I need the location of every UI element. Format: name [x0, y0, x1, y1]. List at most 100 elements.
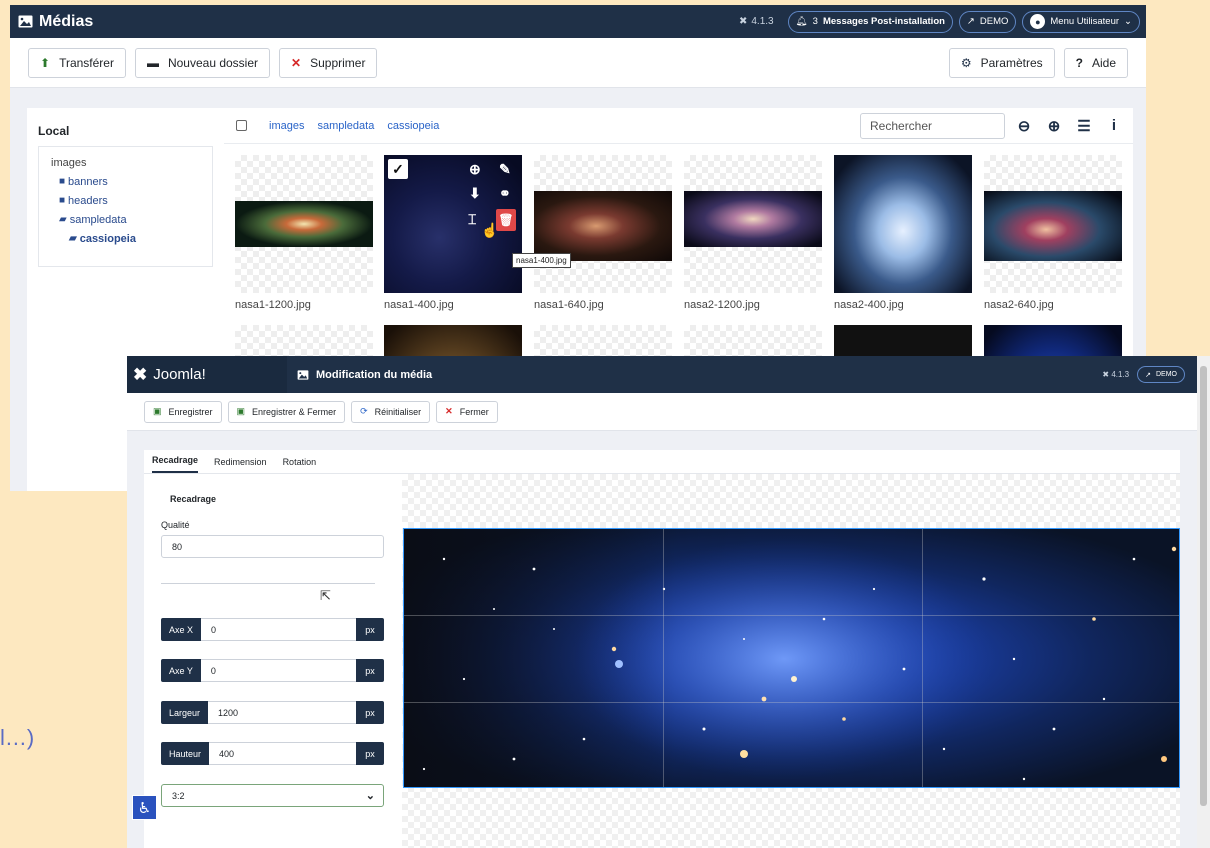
tree-item-banners[interactable]: ■ banners	[51, 172, 202, 191]
images-icon	[18, 15, 33, 28]
preview-icon[interactable]: ⊕	[469, 161, 481, 178]
info-icon[interactable]: i	[1099, 117, 1129, 135]
scrollbar[interactable]	[1197, 356, 1210, 848]
external-link-icon: ↗	[1145, 371, 1151, 379]
folder-icon: ■	[59, 176, 66, 187]
width-input[interactable]: 1200	[208, 701, 356, 724]
thumbnail-image	[834, 155, 972, 293]
tree-item-images[interactable]: images	[51, 153, 202, 172]
scrollbar-thumb[interactable]	[1200, 366, 1207, 806]
zoom-in-icon[interactable]: ⊕	[1039, 117, 1069, 135]
user-menu-button[interactable]: ● Menu Utilisateur ⌄	[1022, 10, 1140, 33]
unit-label: px	[356, 742, 384, 765]
file-name: nasa2-640.jpg	[984, 299, 1054, 311]
joomla-logo[interactable]: ✖ Joomla!	[127, 356, 287, 393]
thumbnail-image	[984, 191, 1122, 261]
file-name: nasa1-400.jpg	[384, 299, 454, 311]
list-view-icon[interactable]: ☰	[1069, 117, 1099, 135]
crop-area[interactable]	[403, 528, 1180, 788]
demo-site-button[interactable]: ↗ DEMO	[958, 10, 1017, 33]
crop-canvas[interactable]	[402, 474, 1180, 848]
tree-item-headers[interactable]: ■ headers	[51, 191, 202, 210]
edit-toolbar: ▣ Enregistrer ▣ Enregistrer & Fermer ⟳ Réin…	[127, 393, 1197, 431]
version-label: ✖ 4.1.3	[1102, 370, 1130, 379]
upload-button[interactable]: ⬆ Transférer	[28, 47, 126, 78]
folder-tree: images ■ banners ■ headers ▰ sampledata ▰ ca…	[38, 146, 213, 267]
crop-guide	[404, 702, 1179, 703]
external-link-icon: ↗	[966, 16, 975, 27]
reset-button[interactable]: ⟳ Réinitialiser	[351, 400, 431, 423]
ratio-select[interactable]: 3:2 ⌄	[161, 784, 384, 807]
help-button[interactable]: ? Aide	[1063, 47, 1128, 78]
pointer-cursor-icon: ⇱	[320, 588, 331, 603]
settings-button[interactable]: ⚙ Paramètres	[948, 47, 1055, 78]
edit-panel: Recadrage Redimension Rotation Recadrage…	[144, 450, 1180, 848]
tab-resize[interactable]: Redimension	[214, 457, 267, 473]
delete-button[interactable]: ✕ Supprimer	[279, 47, 378, 78]
section-title: Recadrage	[170, 494, 217, 504]
gear-icon: ⚙	[960, 55, 972, 70]
file-tile[interactable]	[534, 155, 672, 293]
hand-cursor-icon: ☝	[481, 222, 499, 238]
rename-icon[interactable]: ⌶	[468, 211, 476, 228]
save-button[interactable]: ▣ Enregistrer	[144, 400, 222, 423]
joomla-icon: ✖	[133, 364, 148, 384]
width-label: Largeur	[161, 701, 209, 724]
breadcrumb: images sampledata cassiopeia Rechercher …	[224, 108, 1133, 144]
search-input[interactable]: Rechercher	[860, 112, 1005, 139]
new-folder-button[interactable]: ▬ Nouveau dossier	[134, 47, 271, 78]
joomla-icon: ✖	[738, 16, 748, 27]
demo-site-button[interactable]: ↗ DEMO	[1137, 366, 1185, 383]
page-title: Modification du média	[287, 369, 432, 381]
tree-item-cassiopeia[interactable]: ▰ cassiopeia	[51, 229, 202, 248]
x-axis-input[interactable]: 0	[201, 618, 356, 641]
zoom-out-icon[interactable]: ⊖	[1009, 117, 1039, 135]
breadcrumb-item[interactable]: sampledata	[317, 120, 374, 132]
filename-tooltip: nasa1-400.jpg	[512, 253, 571, 268]
tree-item-sampledata[interactable]: ▰ sampledata	[51, 210, 202, 229]
edit-icon[interactable]: ✎	[499, 161, 511, 178]
close-button[interactable]: ✕ Fermer	[436, 400, 498, 423]
file-tile[interactable]	[684, 155, 822, 293]
file-tile[interactable]	[834, 155, 972, 293]
file-tile-selected[interactable]: ✓ ⊕ ✎ ⬇ ⚭ ⌶ 🗑︎	[384, 155, 522, 293]
y-axis-label: Axe Y	[161, 659, 201, 682]
notifications-button[interactable]: 🔔︎ 3 Messages Post-installation	[787, 10, 953, 33]
breadcrumb-item[interactable]: images	[269, 120, 304, 132]
crop-guide	[663, 529, 664, 787]
tab-rotate[interactable]: Rotation	[283, 457, 317, 473]
crop-form: Recadrage Qualité 80 Axe X 0 px Axe Y 0 …	[144, 474, 402, 848]
y-axis-input[interactable]: 0	[200, 659, 356, 682]
quality-label: Qualité	[161, 520, 190, 530]
times-icon: ✕	[445, 406, 453, 416]
folder-open-icon: ▰	[59, 214, 67, 225]
height-label: Hauteur	[161, 742, 210, 765]
y-axis-group: Axe Y 0 px	[161, 659, 384, 682]
refresh-icon: ⟳	[360, 406, 368, 416]
breadcrumb-item[interactable]: cassiopeia	[387, 120, 439, 132]
folder-icon: ■	[59, 195, 66, 206]
link-icon[interactable]: ⚭	[499, 185, 511, 202]
folder-open-icon: ▰	[69, 233, 77, 244]
trash-icon[interactable]: 🗑︎	[496, 209, 516, 231]
page-title-text: Médias	[39, 12, 94, 30]
save-close-button[interactable]: ▣ Enregistrer & Fermer	[227, 400, 346, 423]
quality-input[interactable]: 80	[161, 535, 384, 558]
accessibility-icon[interactable]: ♿︎	[132, 795, 157, 820]
select-all-checkbox[interactable]	[236, 120, 247, 131]
file-tile[interactable]	[984, 155, 1122, 293]
chevron-down-icon: ⌄	[365, 790, 375, 802]
check-icon[interactable]: ✓	[388, 159, 408, 179]
version-label: ✖ 4.1.3	[738, 16, 774, 27]
quality-slider[interactable]	[161, 583, 375, 584]
chevron-down-icon: ⌄	[1124, 16, 1132, 27]
download-icon[interactable]: ⬇	[469, 185, 481, 202]
x-axis-label: Axe X	[161, 618, 202, 641]
height-input[interactable]: 400	[209, 742, 356, 765]
file-tile[interactable]	[235, 155, 373, 293]
crop-guide	[922, 529, 923, 787]
tab-crop[interactable]: Recadrage	[152, 455, 199, 473]
thumbnail-image	[684, 191, 822, 247]
question-icon: ?	[1075, 55, 1083, 70]
thumbnail-image	[235, 201, 373, 247]
